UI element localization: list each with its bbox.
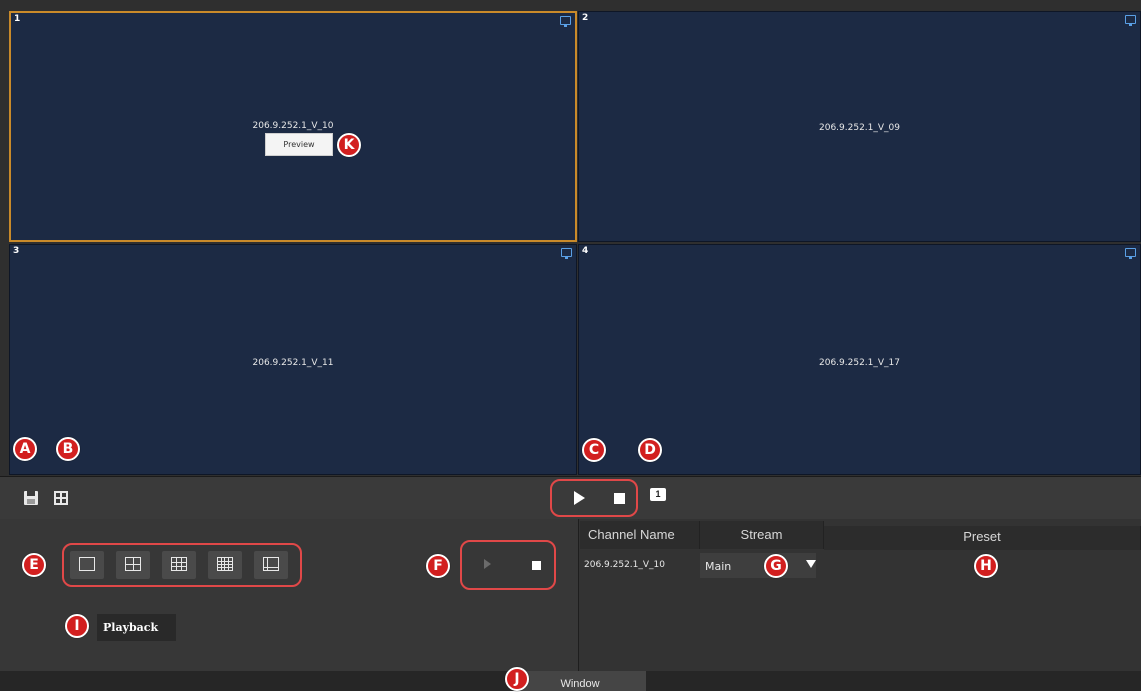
- column-header-channel-name[interactable]: Channel Name: [580, 521, 700, 549]
- column-header-preset[interactable]: Preset: [824, 526, 1141, 550]
- table-cell-channel-name: 206.9.252.1_V_10: [584, 560, 665, 570]
- tile-channel-name: 206.9.252.1_V_17: [819, 358, 900, 368]
- monitor-icon: [560, 16, 571, 27]
- chevron-down-icon[interactable]: [806, 560, 816, 568]
- live-control-group: [550, 479, 638, 517]
- split-layout-group: [62, 543, 302, 587]
- layout-4x4-button[interactable]: [208, 551, 242, 579]
- tile-channel-name: 206.9.252.1_V_10: [252, 121, 334, 131]
- annotation-badge-g: G: [764, 554, 788, 578]
- video-tile-2[interactable]: 2 206.9.252.1_V_09: [578, 11, 1141, 242]
- tile-channel-name: 206.9.252.1_V_11: [252, 358, 334, 368]
- tile-channel-name: 206.9.252.1_V_09: [819, 123, 900, 133]
- annotation-badge-c: C: [582, 438, 606, 462]
- stream-select-value: Main: [705, 560, 732, 573]
- layout-custom-button[interactable]: [254, 551, 288, 579]
- annotation-badge-j: J: [505, 667, 529, 691]
- playback-control-group: [460, 540, 556, 590]
- annotation-badge-b: B: [56, 437, 80, 461]
- tile-number: 4: [582, 246, 589, 256]
- layout-icon[interactable]: [54, 491, 68, 505]
- monitor-icon: [561, 248, 572, 259]
- play-icon[interactable]: [484, 559, 491, 569]
- annotation-badge-e: E: [22, 553, 46, 577]
- video-tile-1[interactable]: 1 206.9.252.1_V_10: [9, 11, 577, 242]
- annotation-badge-f: F: [426, 554, 450, 578]
- window-icon[interactable]: 1: [650, 488, 666, 501]
- preview-button[interactable]: Preview: [265, 133, 333, 156]
- grid-4x4-icon: [217, 557, 233, 571]
- playback-button[interactable]: Playback: [97, 614, 176, 641]
- monitor-icon: [1125, 248, 1136, 259]
- video-client-window: 1 206.9.252.1_V_10 Preview K 2 206.9.252…: [0, 0, 1141, 691]
- grid-3x3-icon: [171, 557, 187, 571]
- annotation-badge-d: D: [638, 438, 662, 462]
- column-header-stream[interactable]: Stream: [700, 521, 824, 549]
- stop-icon[interactable]: [532, 561, 541, 570]
- tile-number: 3: [13, 246, 20, 256]
- monitor-icon: [1125, 15, 1136, 26]
- annotation-badge-a: A: [13, 437, 37, 461]
- tile-number: 1: [14, 14, 21, 24]
- layout-2x2-button[interactable]: [116, 551, 150, 579]
- video-tile-4[interactable]: 4 206.9.252.1_V_17: [578, 244, 1141, 475]
- stop-icon[interactable]: [614, 493, 625, 504]
- custom-layout-icon: [263, 557, 279, 571]
- tab-window[interactable]: Window: [514, 671, 646, 691]
- single-window-icon: [79, 557, 95, 571]
- layout-3x3-button[interactable]: [162, 551, 196, 579]
- tile-number: 2: [582, 13, 589, 23]
- play-icon[interactable]: [574, 491, 585, 505]
- annotation-badge-h: H: [974, 554, 998, 578]
- annotation-badge-k: K: [337, 133, 361, 157]
- layout-1x1-button[interactable]: [70, 551, 104, 579]
- save-icon[interactable]: [24, 491, 38, 505]
- video-tile-3[interactable]: 3 206.9.252.1_V_11: [9, 244, 577, 475]
- grid-2x2-icon: [125, 557, 141, 571]
- annotation-badge-i: I: [65, 614, 89, 638]
